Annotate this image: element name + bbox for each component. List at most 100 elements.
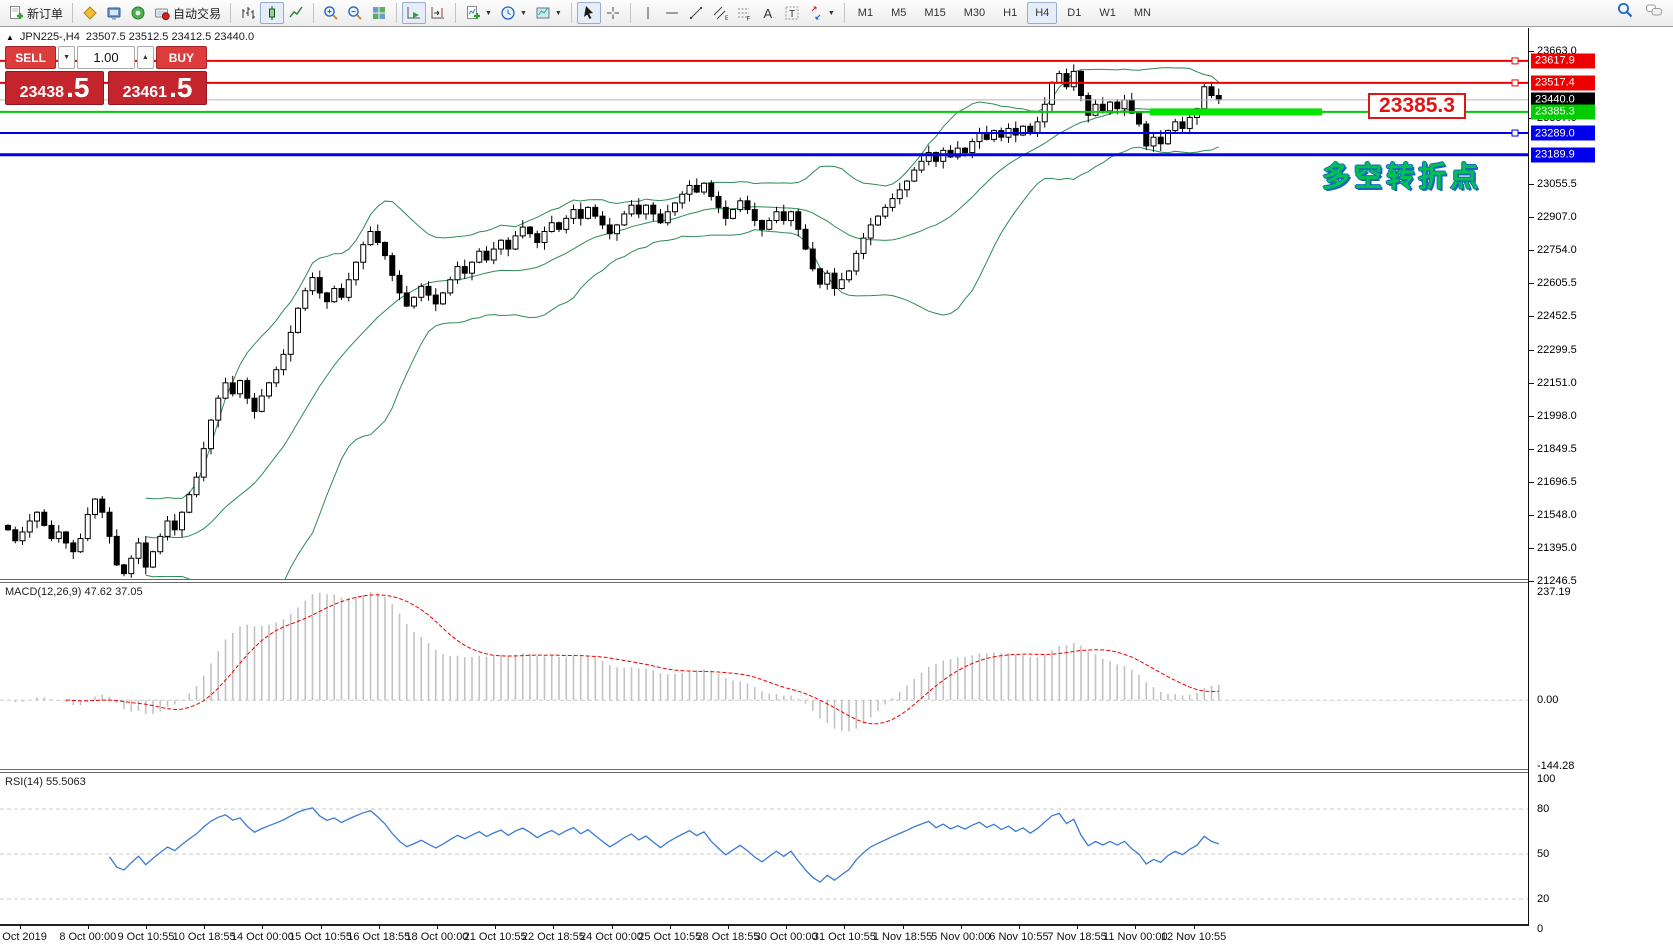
chat-icon[interactable] (1643, 2, 1665, 18)
axis-tick-mark (1529, 51, 1534, 52)
axis-tick-mark (1529, 449, 1534, 450)
line-chart-button[interactable] (284, 2, 308, 24)
bollinger-band (146, 109, 1219, 538)
line-handle[interactable] (1512, 58, 1518, 64)
periods-clock-icon (500, 5, 516, 21)
buy-price-button[interactable]: 23461 .5 (108, 71, 207, 105)
zoom-in-button[interactable] (319, 2, 343, 24)
mt4-window: 新订单 自动交易 (0, 0, 1673, 951)
volume-down-button[interactable]: ▼ (58, 46, 75, 69)
crosshair-icon (605, 5, 621, 21)
timeframe-button-d1[interactable]: D1 (1059, 2, 1089, 24)
collapse-icon[interactable]: ▲ (6, 33, 14, 42)
toolbar-separator (396, 3, 397, 23)
one-click-trading-panel: SELL ▼ ▲ BUY 23438 .5 23461 .5 (5, 46, 207, 105)
volume-up-button[interactable]: ▲ (137, 46, 154, 69)
rsi-axis-tick: 100 (1537, 773, 1555, 785)
time-axis-label: 10 Oct 18:55 (173, 931, 236, 943)
timeframe-button-h1[interactable]: H1 (995, 2, 1025, 24)
axis-tick-mark (1529, 548, 1534, 549)
new-order-button[interactable]: 新订单 (4, 2, 67, 24)
axis-tick-mark (1529, 184, 1534, 185)
time-axis-label: 25 Oct 10:55 (638, 931, 701, 943)
price-annotation-box[interactable]: 23385.3 (1368, 93, 1466, 119)
dropdown-caret: ▼ (555, 10, 562, 17)
text-label-button[interactable]: T (780, 2, 804, 24)
time-axis-label: 1 Nov 18:55 (873, 931, 932, 943)
pivot-note-text[interactable]: 多空转折点 (1322, 155, 1482, 195)
macd-pane[interactable] (0, 583, 1528, 769)
timeframe-button-m1[interactable]: M1 (850, 2, 881, 24)
timeframe-button-h4[interactable]: H4 (1027, 2, 1057, 24)
buy-button[interactable]: BUY (156, 46, 207, 69)
rsi-pane[interactable] (0, 773, 1528, 924)
axis-tick-mark (1529, 283, 1534, 284)
line-handle[interactable] (1512, 80, 1518, 86)
axis-tick-mark (1529, 416, 1534, 417)
trendline-icon (688, 5, 704, 21)
line-chart-icon (288, 5, 304, 21)
time-axis-label: 8 Oct 00:00 (59, 931, 116, 943)
navigator-icon (82, 5, 98, 21)
tile-windows-icon (371, 5, 387, 21)
sell-price: 23438 (20, 84, 65, 102)
time-axis-tick (437, 924, 438, 929)
sell-price-button[interactable]: 23438 .5 (5, 71, 104, 105)
arrows-button[interactable]: ▼ (804, 2, 839, 24)
chart-shift-button[interactable] (426, 2, 450, 24)
time-axis-tick (553, 924, 554, 929)
text-label-icon: T (784, 5, 800, 21)
zoom-out-button[interactable] (343, 2, 367, 24)
bar-chart-button[interactable] (236, 2, 260, 24)
volume-input[interactable] (77, 46, 135, 69)
search-icon[interactable] (1617, 2, 1633, 18)
axis-tick-mark (1529, 217, 1534, 218)
time-axis-tick (786, 924, 787, 929)
text-button[interactable]: A (756, 2, 780, 24)
equidistant-channel-button[interactable]: E (708, 2, 732, 24)
auto-scroll-icon (406, 5, 422, 21)
sell-button[interactable]: SELL (5, 46, 56, 69)
rsi-label: RSI(14) 55.5063 (5, 776, 86, 788)
main-chart-pane[interactable] (0, 28, 1528, 579)
new-order-label: 新订单 (27, 5, 63, 22)
periods-button[interactable]: ▼ (496, 2, 531, 24)
macd-label: MACD(12,26,9) 47.62 37.05 (5, 586, 143, 598)
candlestick-button[interactable] (260, 2, 284, 24)
fibonacci-button[interactable]: F (732, 2, 756, 24)
indicators-icon (465, 5, 481, 21)
timeframe-button-m15[interactable]: M15 (916, 2, 953, 24)
market-watch-button[interactable] (102, 2, 126, 24)
trendline-button[interactable] (684, 2, 708, 24)
timeframe-button-m30[interactable]: M30 (956, 2, 993, 24)
crosshair-button[interactable] (601, 2, 625, 24)
timeframe-button-m5[interactable]: M5 (883, 2, 914, 24)
price-axis-tick: 21548.0 (1537, 509, 1577, 521)
svg-text:F: F (746, 17, 750, 22)
time-axis-tick (612, 924, 613, 929)
horizontal-line-button[interactable] (660, 2, 684, 24)
templates-button[interactable]: ▼ (531, 2, 566, 24)
time-axis-label: 24 Oct 00:00 (580, 931, 643, 943)
time-axis-tick (728, 924, 729, 929)
navigator-button[interactable] (78, 2, 102, 24)
vertical-line-icon (640, 5, 656, 21)
cursor-icon (581, 5, 597, 21)
auto-scroll-button[interactable] (402, 2, 426, 24)
cursor-button[interactable] (577, 2, 601, 24)
timeframe-button-mn[interactable]: MN (1126, 2, 1159, 24)
indicators-button[interactable]: ▼ (461, 2, 496, 24)
toolbar-separator (630, 3, 631, 23)
pivot-band (1150, 108, 1322, 115)
bar-chart-icon (240, 5, 256, 21)
auto-trading-button[interactable]: 自动交易 (150, 2, 225, 24)
line-handle[interactable] (1512, 130, 1518, 136)
timeframe-button-w1[interactable]: W1 (1091, 2, 1124, 24)
tile-windows-button[interactable] (367, 2, 391, 24)
data-window-button[interactable] (126, 2, 150, 24)
price-level-label: 23189.9 (1531, 147, 1595, 162)
time-axis-tick (1019, 924, 1020, 929)
vertical-line-button[interactable] (636, 2, 660, 24)
price-level-label: 23385.3 (1531, 104, 1595, 119)
time-axis-tick (1077, 924, 1078, 929)
